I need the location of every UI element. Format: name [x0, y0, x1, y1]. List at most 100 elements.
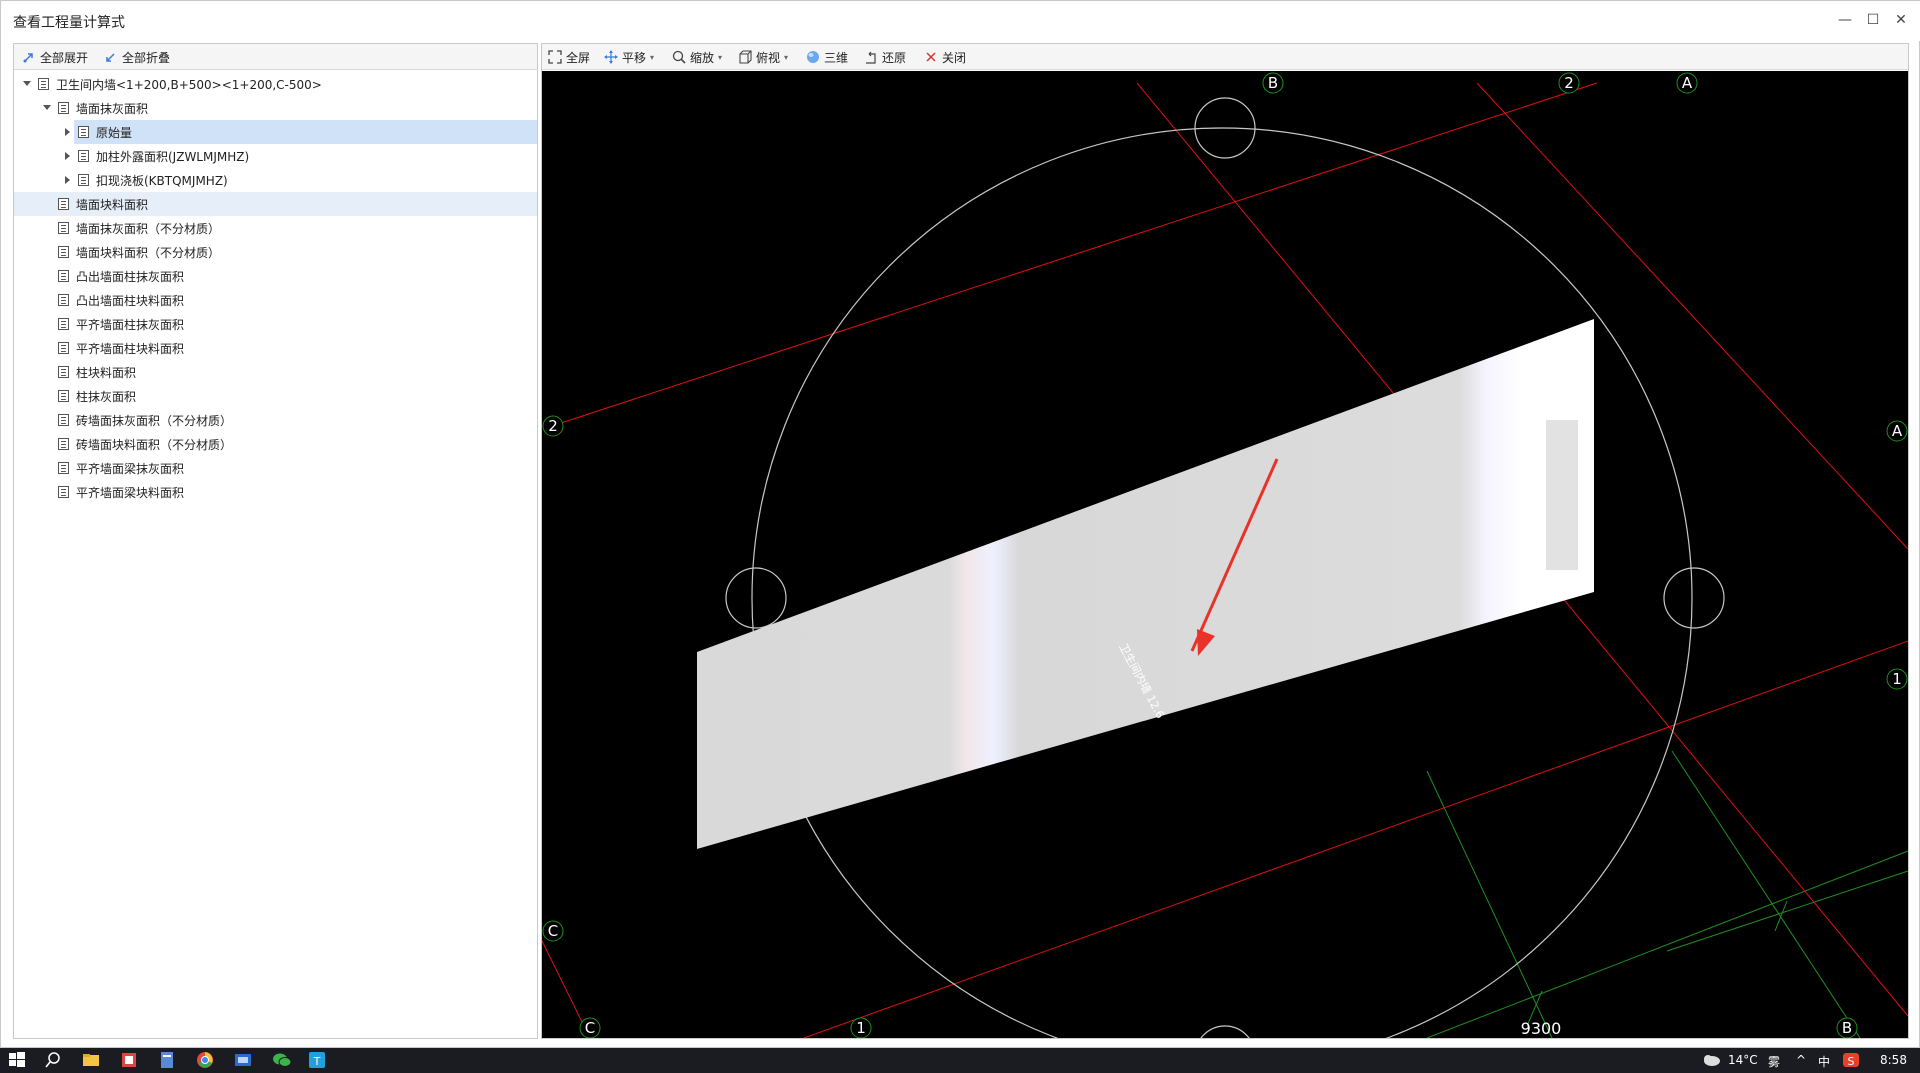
- tree-row[interactable]: 墙面抹灰面积（不分材质）: [14, 216, 537, 240]
- expand-all-label: 全部展开: [40, 50, 89, 65]
- bathroom-wall-element[interactable]: [697, 319, 1594, 849]
- top-view-dropdown-icon[interactable]: ▾: [784, 53, 788, 62]
- chevron-down-icon[interactable]: [22, 79, 32, 89]
- formula-doc-icon: [58, 222, 69, 234]
- svg-text:C: C: [585, 1019, 595, 1037]
- svg-text:1: 1: [856, 1019, 866, 1037]
- expand-all-icon: [22, 50, 36, 64]
- chevron-right-icon[interactable]: [62, 175, 72, 185]
- tree-row[interactable]: 平齐墙面梁块料面积: [14, 480, 537, 504]
- tree-row[interactable]: 凸出墙面柱抹灰面积: [14, 264, 537, 288]
- fullscreen-label: 全屏: [566, 50, 591, 65]
- svg-text:A: A: [1892, 422, 1903, 440]
- chevron-right-icon[interactable]: [62, 127, 72, 137]
- app-icon-1[interactable]: [120, 1051, 140, 1070]
- ring-handle-bottom[interactable]: [1195, 1025, 1255, 1038]
- chevron-right-icon[interactable]: [62, 151, 72, 161]
- formula-doc-icon: [78, 126, 89, 138]
- collapse-all-icon: [104, 50, 118, 64]
- wechat-icon[interactable]: [272, 1051, 292, 1070]
- three-d-button[interactable]: 三维: [806, 48, 848, 66]
- fullscreen-button[interactable]: 全屏: [548, 48, 590, 66]
- app-icon-2[interactable]: [158, 1051, 178, 1070]
- tree-row-label: 扣现浇板(KBTQMJMHZ): [96, 174, 228, 188]
- tree-row[interactable]: 平齐墙面柱抹灰面积: [14, 312, 537, 336]
- tree-row-label: 墙面抹灰面积: [76, 102, 149, 116]
- tree-row[interactable]: 原始量: [65, 120, 537, 144]
- maximize-button[interactable]: ☐: [1859, 7, 1887, 33]
- sphere-icon: [806, 50, 820, 64]
- tree-row[interactable]: 墙面块料面积: [14, 192, 537, 216]
- close-view-button[interactable]: 关闭: [924, 48, 966, 66]
- tree-row[interactable]: 柱抹灰面积: [14, 384, 537, 408]
- tree-row[interactable]: 凸出墙面柱块料面积: [14, 288, 537, 312]
- tree-row-label: 平齐墙面柱抹灰面积: [76, 318, 185, 332]
- tree-row-label: 原始量: [96, 126, 133, 140]
- pan-dropdown-icon[interactable]: ▾: [650, 53, 654, 62]
- tree-row-label: 加柱外露面积(JZWLMJMHZ): [96, 150, 250, 164]
- browser-icon[interactable]: [196, 1051, 216, 1070]
- tree-row[interactable]: 砖墙面块料面积（不分材质）: [14, 432, 537, 456]
- tree-row[interactable]: 墙面抹灰面积: [14, 96, 537, 120]
- formula-doc-icon: [78, 174, 89, 186]
- zoom-dropdown-icon[interactable]: ▾: [718, 53, 722, 62]
- top-view-button[interactable]: 俯视 ▾: [738, 48, 788, 66]
- temperature-text: 14°C: [1728, 1053, 1758, 1067]
- axis-bubble-2-top: 2: [1558, 72, 1580, 94]
- start-icon[interactable]: [8, 1051, 28, 1070]
- formula-doc-icon: [58, 342, 69, 354]
- tree-row-label: 平齐墙面梁块料面积: [76, 486, 185, 500]
- ring-handle-right[interactable]: [1663, 567, 1725, 629]
- top-view-label: 俯视: [756, 50, 781, 65]
- clock-text[interactable]: 8:58: [1880, 1053, 1907, 1067]
- search-icon[interactable]: [44, 1051, 64, 1070]
- pan-button[interactable]: 平移 ▾: [604, 48, 654, 66]
- ring-handle-left[interactable]: [725, 567, 787, 629]
- axis-bubble-1-right: 1: [1886, 668, 1908, 690]
- axis-bubble-a-right: A: [1886, 420, 1908, 442]
- svg-text:B: B: [1842, 1019, 1852, 1037]
- expand-all-button[interactable]: 全部展开: [22, 48, 88, 66]
- weather-cloud-icon[interactable]: [1700, 1051, 1720, 1070]
- tree-row-label: 凸出墙面柱抹灰面积: [76, 270, 185, 284]
- tree-row-label: 平齐墙面梁抹灰面积: [76, 462, 185, 476]
- zoom-label: 缩放: [690, 50, 715, 65]
- formula-doc-icon: [58, 438, 69, 450]
- fullscreen-icon: [548, 50, 562, 64]
- chevron-down-icon[interactable]: [42, 103, 52, 113]
- svg-text:A: A: [1682, 74, 1693, 92]
- tree-row-label: 柱抹灰面积: [76, 390, 137, 404]
- tree-row-label: 卫生间内墙<1+200,B+500><1+200,C-500>: [56, 78, 322, 92]
- model-view-panel: 全屏 平移 ▾ 缩放 ▾ 俯视 ▾ 三维 还原 关闭 卫生间内墙 12.6 B …: [541, 43, 1909, 1039]
- tree-row[interactable]: 加柱外露面积(JZWLMJMHZ): [14, 144, 537, 168]
- formula-doc-icon: [38, 78, 49, 90]
- tray-chevron-icon[interactable]: ^: [1796, 1053, 1806, 1067]
- formula-doc-icon: [58, 318, 69, 330]
- ime-indicator[interactable]: 中: [1818, 1053, 1830, 1070]
- collapse-all-button[interactable]: 全部折叠: [104, 48, 170, 66]
- zoom-button[interactable]: 缩放 ▾: [672, 48, 722, 66]
- file-explorer-icon[interactable]: [82, 1051, 102, 1070]
- close-window-button[interactable]: ✕: [1887, 7, 1915, 33]
- title-bar: 查看工程量计算式 — ☐ ✕: [1, 1, 1920, 41]
- app-icon-3[interactable]: [234, 1051, 254, 1070]
- tree-row[interactable]: 扣现浇板(KBTQMJMHZ): [14, 168, 537, 192]
- tree-row[interactable]: 柱块料面积: [14, 360, 537, 384]
- tree-row[interactable]: 卫生间内墙<1+200,B+500><1+200,C-500>: [14, 72, 537, 96]
- tree-row[interactable]: 墙面块料面积（不分材质）: [14, 240, 537, 264]
- model-canvas[interactable]: 卫生间内墙 12.6 B 2 A 2 A 1 C C 1 B 9300: [542, 71, 1908, 1038]
- tree-row[interactable]: 砖墙面抹灰面积（不分材质）: [14, 408, 537, 432]
- minimize-button[interactable]: —: [1831, 7, 1859, 33]
- sogou-ime-icon[interactable]: S: [1842, 1051, 1862, 1070]
- formula-doc-icon: [78, 150, 89, 162]
- dimension-text: 9300: [1521, 1019, 1562, 1038]
- taskbar: T 14°C 雾 ^ 中 S 8:58: [0, 1048, 1920, 1073]
- restore-button[interactable]: 还原: [864, 48, 906, 66]
- tree-row[interactable]: 平齐墙面梁抹灰面积: [14, 456, 537, 480]
- pan-icon: [604, 50, 618, 64]
- model-viewport[interactable]: 卫生间内墙 12.6 B 2 A 2 A 1 C C 1 B 9300: [542, 71, 1908, 1038]
- tree-row[interactable]: 平齐墙面柱块料面积: [14, 336, 537, 360]
- active-app-icon[interactable]: T: [308, 1051, 328, 1070]
- restore-label: 还原: [882, 50, 907, 65]
- calculation-window: 查看工程量计算式 — ☐ ✕ 全部展开 全部折叠 卫生间内墙<1+200,B+5…: [0, 0, 1920, 1048]
